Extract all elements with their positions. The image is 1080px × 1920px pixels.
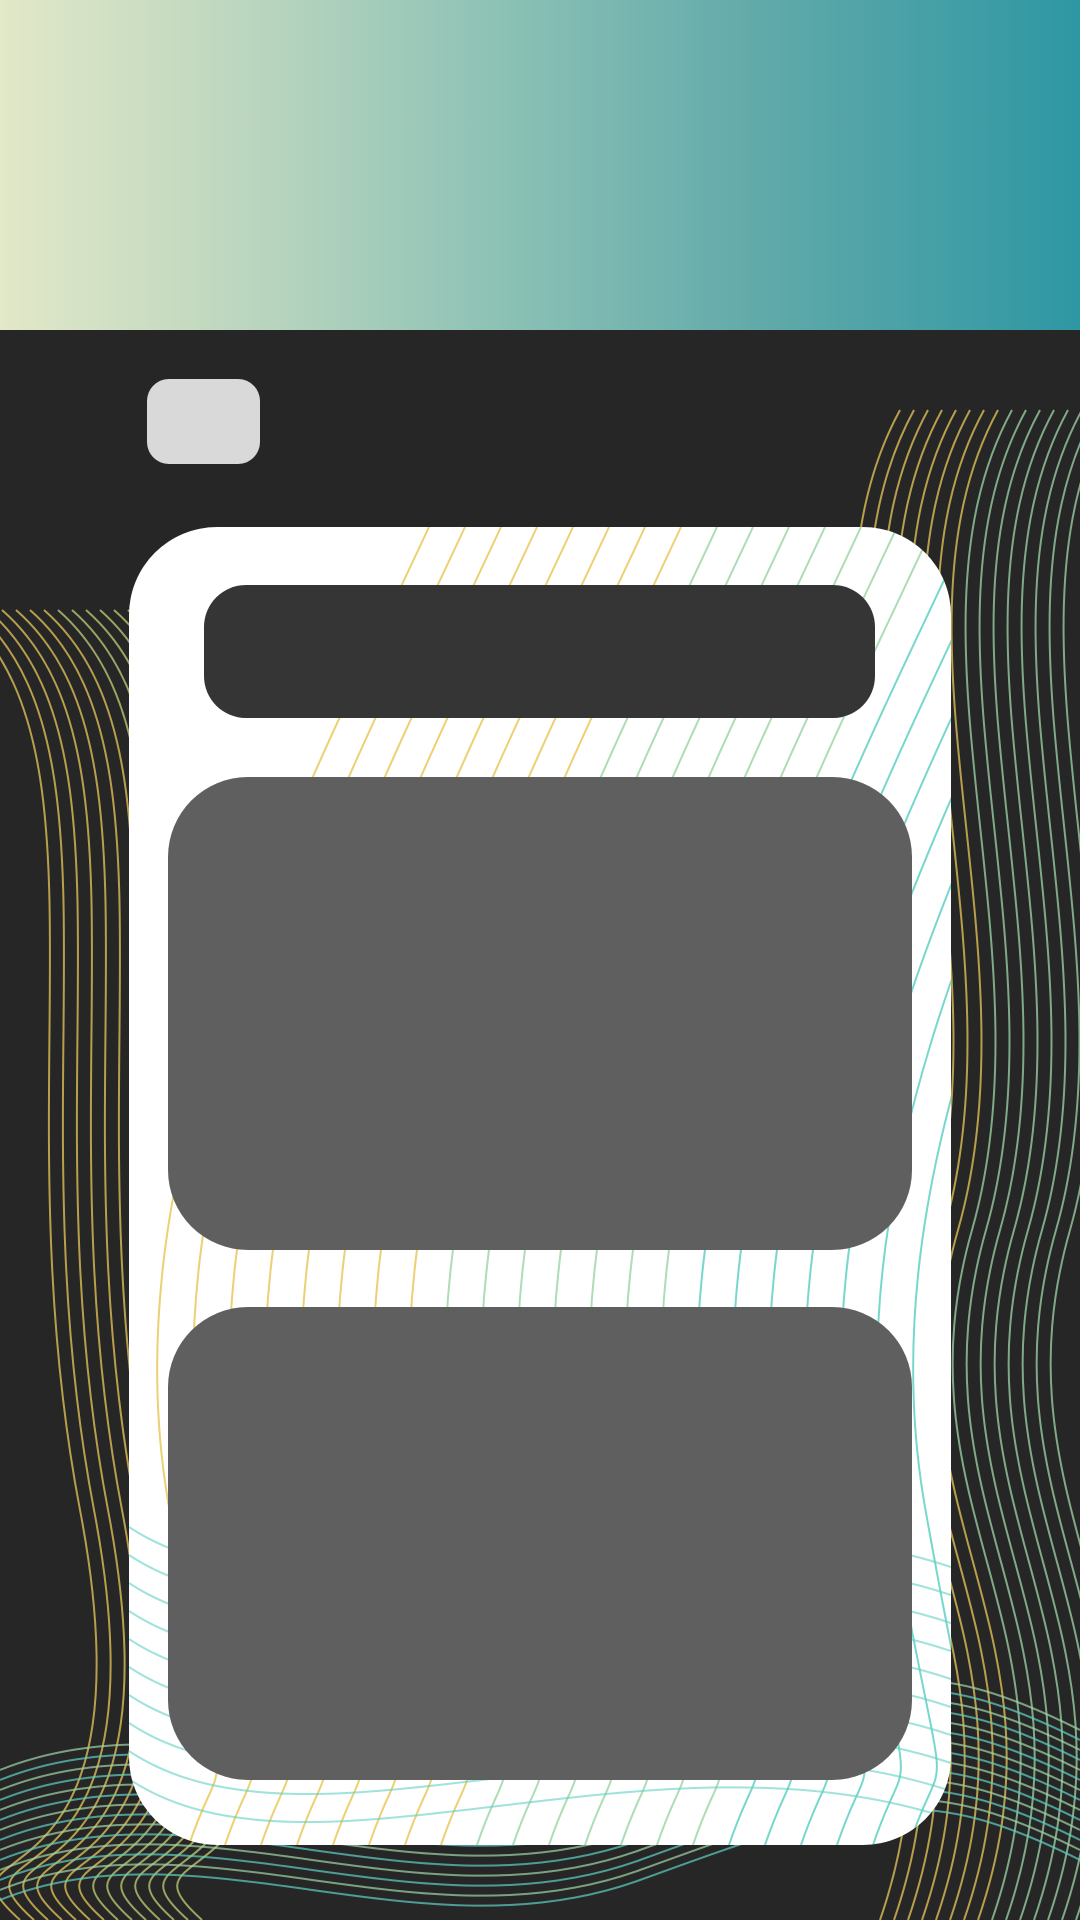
main-card [129, 527, 951, 1845]
wave-line [965, 409, 1036, 1920]
wave-line [1007, 409, 1078, 1920]
header-banner [0, 0, 1080, 330]
content-panel-bottom[interactable] [168, 1307, 912, 1780]
back-button[interactable] [147, 379, 260, 464]
wave-line [0, 656, 98, 1920]
wave-line [1, 609, 140, 1920]
wave-line [129, 1778, 951, 1823]
content-panel-top[interactable] [168, 777, 912, 1250]
wave-line [951, 409, 1022, 1920]
wave-line [1049, 482, 1080, 1548]
card-title-bar [204, 585, 875, 718]
wave-line [993, 409, 1064, 1920]
app-screen [0, 0, 1080, 1920]
wave-line [912, 1095, 951, 1845]
